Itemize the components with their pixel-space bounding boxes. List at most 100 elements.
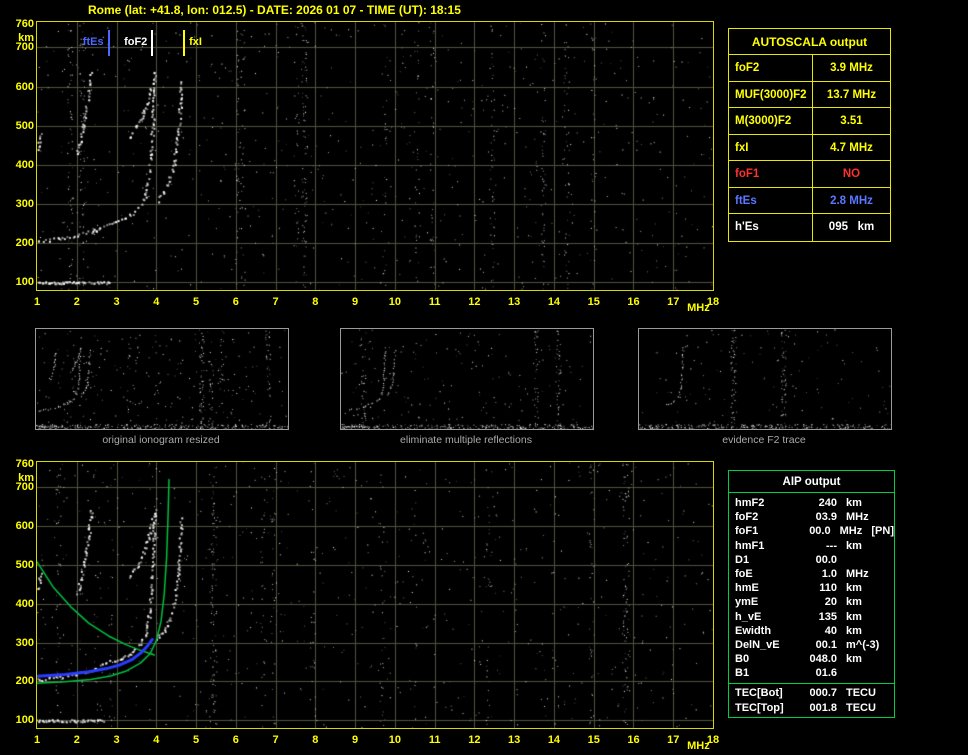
- y-tick-label: 100: [15, 714, 34, 727]
- x-tick-label: 11: [428, 296, 441, 308]
- autoscala-row: MUF(3000)F2 13.7 MHz: [729, 81, 890, 108]
- aip-row-unit: m^(-3): [846, 638, 880, 651]
- aip-row: foE 1.0 MHz: [729, 567, 894, 581]
- y-axis-unit-label: km: [18, 31, 34, 44]
- aip-row-label: hmE: [735, 582, 759, 595]
- x-tick-label: 16: [627, 296, 640, 308]
- x-tick-label: 15: [587, 296, 600, 308]
- autoscala-row-label: fxI: [729, 134, 813, 160]
- autoscala-row: fxI 4.7 MHz: [729, 134, 890, 161]
- y-axis-unit-label: km: [18, 471, 34, 484]
- aip-rows: hmF2 240 km foF2 03.9 MHz foF1 00.0 MHz [PN] hmF1…: [729, 493, 894, 680]
- y-tick-label: 760: [15, 17, 34, 30]
- aip-row: D1 00.0: [729, 553, 894, 567]
- aip-row-label: foE: [735, 567, 753, 580]
- aip-row-unit: MHz: [846, 511, 869, 524]
- aip-row: B1 01.6: [729, 666, 894, 680]
- x-tick-label: 14: [547, 296, 561, 308]
- x-tick-label: 13: [508, 734, 521, 746]
- foF2-marker-label: foF2: [124, 36, 148, 48]
- x-tick-label: 9: [352, 734, 359, 746]
- x-tick-label: 5: [192, 734, 200, 746]
- aip-row-value: 135: [818, 610, 837, 623]
- x-tick-label: 8: [312, 734, 319, 746]
- autoscala-row-value: 3.9 MHz: [830, 62, 873, 74]
- x-tick-label: 12: [468, 734, 481, 746]
- aip-row: DelN_vE 00.1 m^(-3): [729, 638, 894, 652]
- autoscala-rows: foF2 3.9 MHz MUF(3000)F2 13.7 MHz M(3000)F2 3…: [729, 55, 890, 241]
- aip-row: h_vE 135 km: [729, 610, 894, 624]
- y-tick-label: 100: [15, 276, 34, 289]
- autoscala-output-panel: AUTOSCALA output foF2 3.9 MHz MUF(3000)F2 1…: [728, 28, 891, 242]
- aip-row-unit: MHz [PN]: [839, 525, 894, 538]
- autoscala-row-value: 095 km: [828, 221, 875, 233]
- autoscala-row-value: NO: [842, 168, 861, 180]
- y-tick-label: 200: [15, 237, 34, 250]
- x-tick-label: 12: [468, 296, 481, 308]
- x-tick-label: 2: [73, 296, 80, 308]
- aip-row-label: hmF1: [735, 539, 765, 552]
- aip-row-label: TEC[Bot]: [735, 687, 783, 700]
- autoscala-row: M(3000)F2 3.51: [729, 108, 890, 135]
- autoscala-row: foF2 3.9 MHz: [729, 55, 890, 82]
- foF2-marker-line: [151, 30, 154, 56]
- autoscala-row-label: M(3000)F2: [729, 108, 813, 134]
- x-tick-label: 6: [232, 296, 239, 308]
- x-axis-unit-label: MHz: [687, 740, 710, 752]
- aip-row-unit: km: [846, 582, 862, 595]
- fxI-marker-label: fxI: [189, 36, 202, 48]
- aip-row-value: 00.1: [815, 638, 837, 651]
- autoscala-row-label: ftEs: [729, 187, 813, 213]
- x-tick-label: 11: [428, 734, 441, 746]
- autoscala-row-value: 3.51: [840, 115, 863, 127]
- thumbnail-caption: eliminate multiple reflections: [400, 434, 532, 446]
- aip-row-unit: TECU: [846, 701, 876, 714]
- aip-row-value: 00.0: [809, 525, 831, 538]
- top-ionogram-canvas: [36, 21, 714, 291]
- x-tick-label: 16: [627, 734, 640, 746]
- thumbnail-caption: original ionogram resized: [102, 434, 220, 446]
- aip-row-label: DelN_vE: [735, 638, 780, 651]
- aip-row-value: 03.9: [815, 511, 837, 524]
- autoscala-row-value: 2.8 MHz: [830, 194, 873, 207]
- x-tick-label: 10: [388, 734, 401, 746]
- x-tick-label: 17: [667, 296, 680, 308]
- aip-row-label: h_vE: [735, 610, 762, 623]
- station-date-header: Rome (lat: +41.8, lon: 012.5) - DATE: 20…: [88, 3, 461, 17]
- fxI-marker-line: [183, 30, 186, 56]
- aip-row-unit: km: [846, 610, 862, 623]
- aip-row-label: hmF2: [735, 497, 765, 509]
- autoscala-row-label: MUF(3000)F2: [729, 81, 813, 107]
- autoscala-row-label: foF2: [729, 55, 813, 81]
- aip-row-value: 40: [824, 624, 837, 637]
- aip-row-label: B0: [735, 653, 750, 666]
- autoscala-row-label: h'Es: [729, 214, 813, 241]
- y-tick-label: 300: [15, 197, 34, 210]
- aip-row-value: 01.6: [815, 667, 837, 680]
- aip-row-label: foF1: [735, 525, 759, 538]
- aip-row-unit: TECU: [846, 687, 876, 700]
- aip-tec-rows: TEC[Bot] 000.7 TECU TEC[Top] 001.8 TECU: [729, 683, 894, 716]
- aip-row-value: 048.0: [809, 653, 837, 666]
- aip-row-value: 1.0: [821, 567, 837, 580]
- aip-row-unit: [837, 666, 846, 680]
- autoscala-row-value: 13.7 MHz: [826, 88, 877, 101]
- x-tick-label: 7: [272, 296, 279, 308]
- x-axis-unit-label: MHz: [687, 302, 710, 314]
- aip-row-label: foF2: [735, 511, 759, 524]
- aip-row-unit: km: [846, 497, 862, 509]
- x-tick-label: 8: [312, 296, 319, 308]
- x-tick-label: 5: [192, 296, 200, 308]
- y-tick-label: 400: [15, 158, 34, 171]
- aip-row: TEC[Bot] 000.7 TECU: [729, 686, 894, 700]
- y-tick-label: 760: [15, 457, 34, 470]
- autoscala-window: Rome (lat: +41.8, lon: 012.5) - DATE: 20…: [0, 0, 968, 755]
- autoscala-row: foF1 NO: [729, 161, 890, 188]
- x-tick-label: 10: [388, 296, 401, 308]
- aip-row: foF2 03.9 MHz: [729, 510, 894, 524]
- autoscala-row-label: foF1: [729, 161, 813, 187]
- aip-row-value: 110: [819, 582, 837, 595]
- aip-row-unit: MHz: [846, 567, 869, 580]
- aip-row-unit: km: [846, 596, 862, 609]
- aip-row-value: ---: [826, 539, 837, 552]
